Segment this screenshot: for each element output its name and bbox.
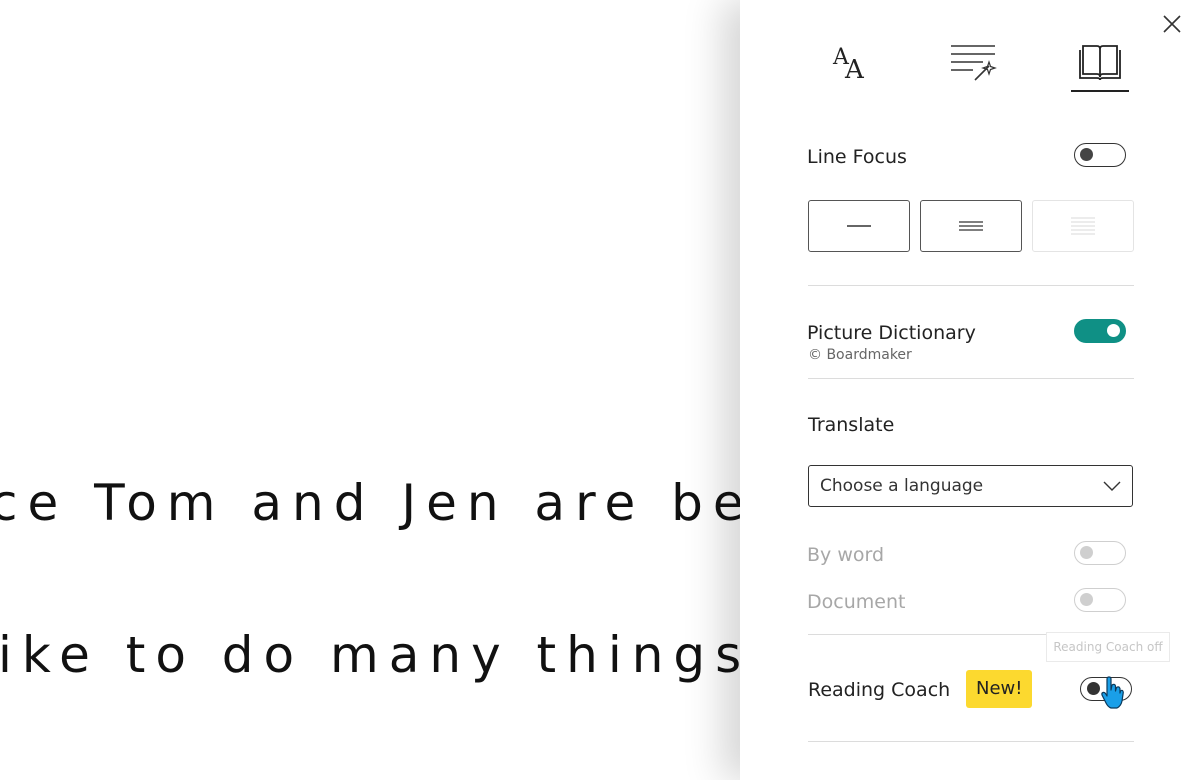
divider [808, 378, 1134, 379]
close-icon [1163, 15, 1181, 33]
line-focus-three-lines-button[interactable] [920, 200, 1022, 252]
line-focus-label: Line Focus [807, 146, 907, 168]
reading-text-line: ike to do many things [0, 626, 740, 684]
line-focus-toggle[interactable] [1074, 143, 1126, 167]
svg-text:A: A [844, 55, 865, 84]
reading-coach-label: Reading Coach [808, 679, 951, 701]
line-focus-five-lines-button[interactable] [1032, 200, 1134, 252]
selected-tab-indicator [1071, 90, 1129, 92]
picture-dictionary-credit: © Boardmaker [808, 347, 912, 363]
reading-area: ce Tom and Jen are bes ike to do many th… [0, 0, 740, 780]
document-label: Document [807, 591, 906, 613]
divider [808, 285, 1134, 286]
reading-coach-tooltip: Reading Coach off [1046, 632, 1170, 662]
divider [808, 741, 1134, 742]
translate-label: Translate [808, 414, 895, 436]
tab-reading-preferences[interactable] [1070, 36, 1130, 88]
hand-cursor-icon [1101, 676, 1124, 709]
new-badge: New! [966, 670, 1033, 708]
chevron-down-icon [1103, 481, 1121, 491]
picture-dictionary-label: Picture Dictionary [807, 322, 976, 344]
grammar-options-icon [951, 45, 997, 81]
immersive-reader-panel: A A Line Focus Picture Dictionary © Boar… [740, 0, 1200, 780]
by-word-label: By word [807, 544, 885, 566]
tab-text-preferences[interactable]: A A [822, 36, 882, 88]
document-toggle[interactable] [1074, 588, 1126, 612]
language-select[interactable]: Choose a language [808, 465, 1133, 507]
line-focus-one-line-button[interactable] [808, 200, 910, 252]
close-button[interactable] [1158, 10, 1186, 38]
one-line-icon [847, 225, 871, 227]
reading-text-line: ce Tom and Jen are bes [0, 474, 740, 532]
language-select-value: Choose a language [820, 476, 984, 496]
by-word-toggle[interactable] [1074, 541, 1126, 565]
book-icon [1079, 45, 1121, 81]
picture-dictionary-toggle[interactable] [1074, 319, 1126, 343]
text-size-icon: A A [832, 45, 865, 84]
five-lines-icon [1071, 217, 1095, 235]
three-lines-icon [959, 221, 983, 231]
tab-grammar-options[interactable] [944, 36, 1004, 88]
